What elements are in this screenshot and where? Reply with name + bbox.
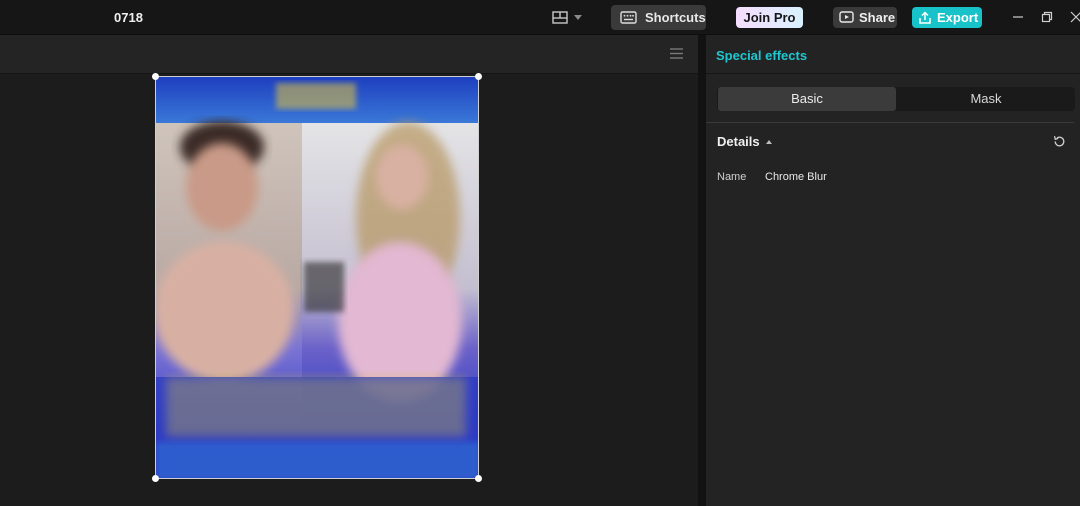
layout-button[interactable] — [552, 9, 582, 25]
restore-icon[interactable] — [1041, 11, 1053, 23]
video-preview[interactable] — [155, 76, 479, 479]
share-icon — [839, 11, 854, 23]
tab-mask[interactable]: Mask — [898, 87, 1074, 111]
minimize-icon[interactable] — [1012, 11, 1024, 23]
top-bar: 0718 Shortcuts Join Pro Share Export — [0, 0, 1080, 35]
panel-divider[interactable] — [698, 35, 706, 506]
resize-handle[interactable] — [152, 475, 159, 482]
project-name[interactable]: 0718 — [114, 10, 143, 25]
player-panel — [0, 35, 698, 506]
shortcuts-label: Shortcuts — [645, 10, 706, 25]
join-pro-button[interactable]: Join Pro — [736, 7, 803, 28]
resize-handle[interactable] — [475, 475, 482, 482]
divider — [706, 73, 1080, 74]
shortcuts-button[interactable]: Shortcuts — [611, 5, 706, 30]
menu-icon[interactable] — [670, 48, 683, 59]
close-icon[interactable] — [1070, 11, 1080, 23]
chevron-down-icon — [574, 14, 582, 20]
resize-handle[interactable] — [475, 73, 482, 80]
video-frame-image — [156, 77, 478, 478]
tab-bar: Basic Mask — [717, 87, 1075, 111]
name-label: Name — [717, 171, 747, 183]
share-button[interactable]: Share — [833, 7, 897, 28]
divider — [706, 122, 1074, 123]
chevron-up-icon — [765, 139, 772, 144]
effect-name-value: Chrome Blur — [765, 171, 827, 183]
player-header — [0, 35, 698, 74]
resize-handle[interactable] — [152, 73, 159, 80]
layout-icon — [552, 10, 568, 24]
tab-basic[interactable]: Basic — [718, 87, 896, 111]
share-label: Share — [859, 10, 896, 25]
details-label: Details — [717, 134, 760, 149]
details-section-toggle[interactable]: Details — [717, 134, 772, 149]
export-icon — [919, 10, 931, 24]
reset-icon[interactable] — [1053, 135, 1066, 148]
special-effects-panel: Special effects Basic Mask Details Name … — [706, 35, 1080, 506]
panel-title: Special effects — [716, 48, 808, 63]
keyboard-icon — [620, 11, 637, 24]
export-label: Export — [937, 10, 979, 25]
export-button[interactable]: Export — [912, 7, 982, 28]
